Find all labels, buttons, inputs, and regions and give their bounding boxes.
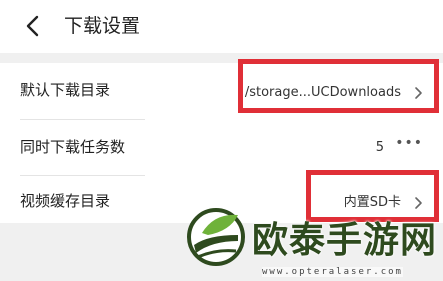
setting-label: 同时下载任务数: [20, 138, 126, 156]
highlight-box-download-directory: [238, 59, 439, 113]
setting-label: 视频缓存目录: [20, 192, 111, 210]
setting-label: 默认下载目录: [20, 81, 111, 99]
page-title: 下载设置: [64, 15, 141, 37]
chevron-left-icon[interactable]: [22, 13, 44, 39]
more-dots-icon[interactable]: •••: [395, 135, 423, 151]
leaf-logo-icon: [187, 208, 245, 266]
watermark-url: www.opteralaser.com: [262, 267, 403, 277]
top-bar: 下载设置: [0, 0, 443, 53]
setting-row-concurrent-downloads[interactable]: 同时下载任务数 5 •••: [0, 120, 443, 173]
watermark: 欧泰手游网 www.opteralaser.com: [186, 205, 441, 281]
concurrent-downloads-value: 5: [375, 140, 384, 155]
watermark-name: 欧泰手游网: [252, 220, 438, 261]
